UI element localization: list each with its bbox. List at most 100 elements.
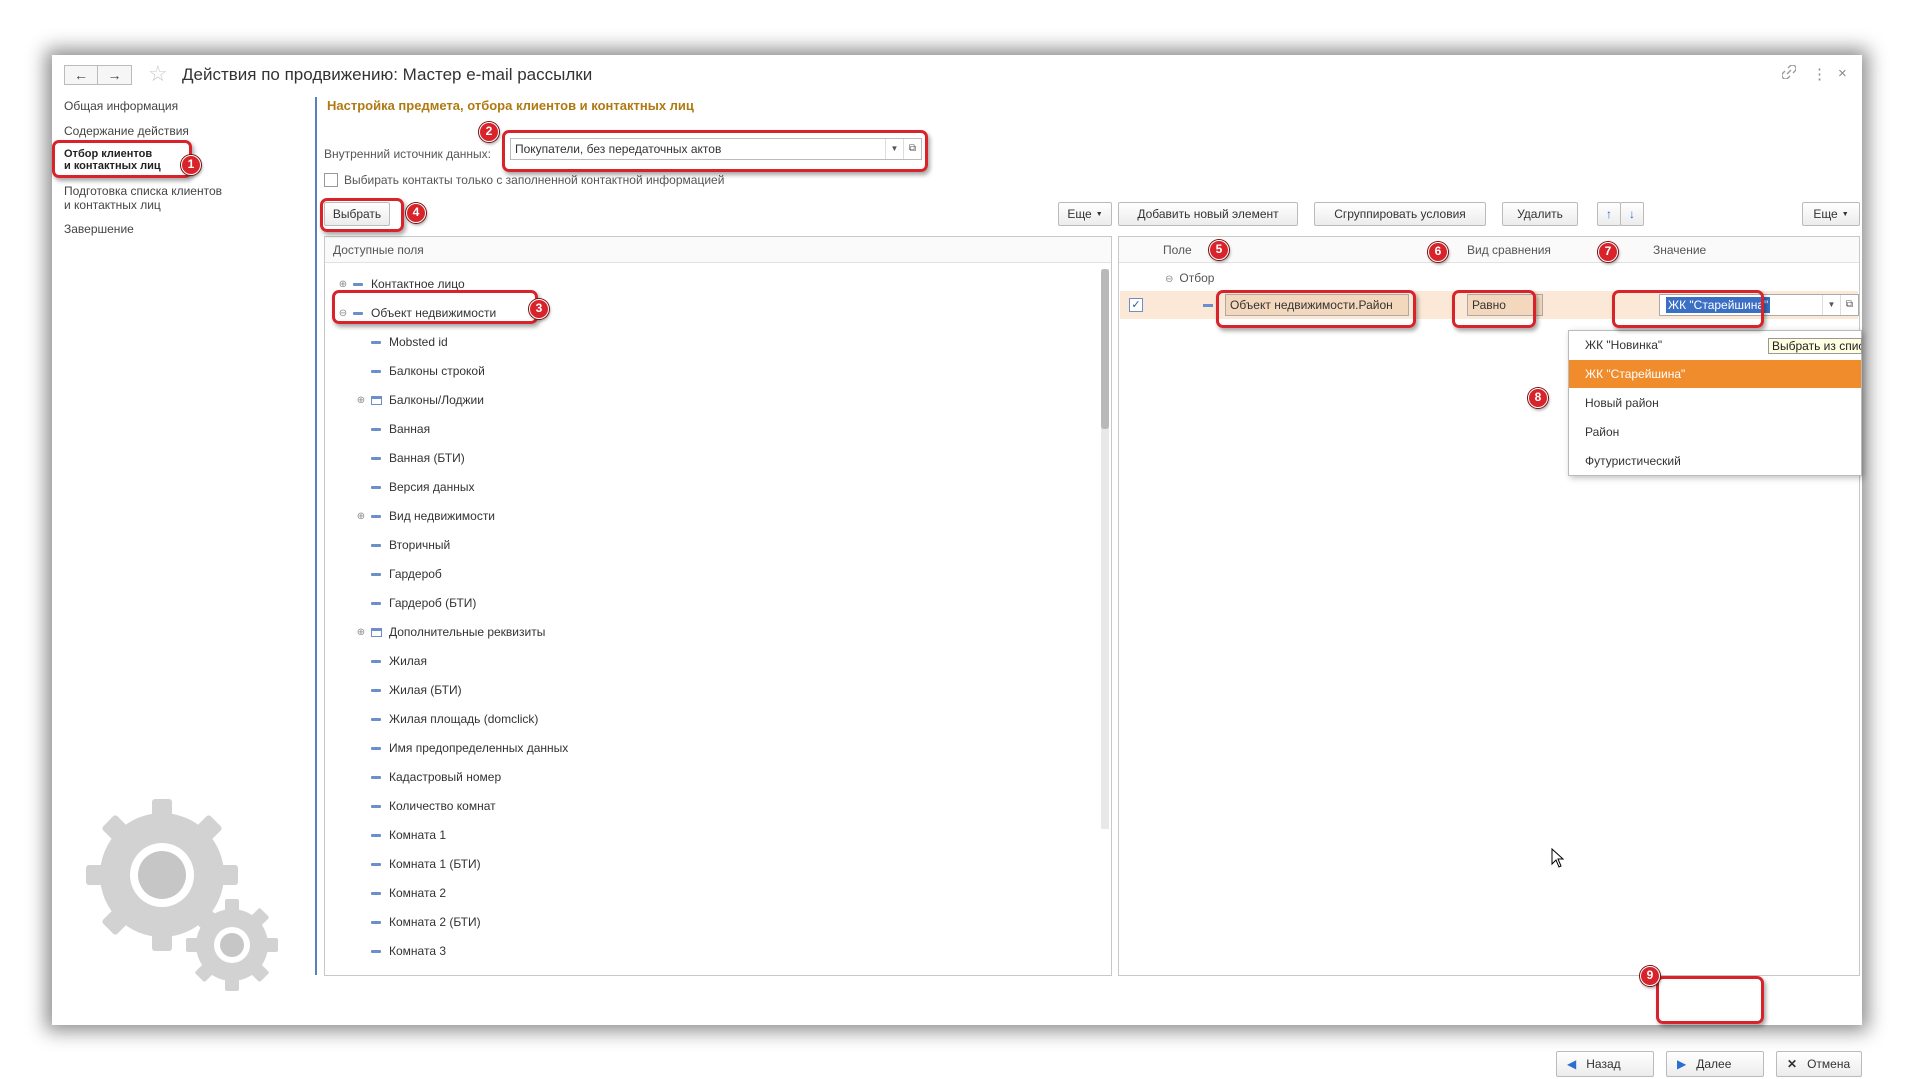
filter-value-input[interactable]: ЖК "Старейшина" ▼ ⧉ xyxy=(1659,294,1859,316)
open-form-icon[interactable]: ⧉ xyxy=(903,139,921,159)
tree-row[interactable]: Комната 1 xyxy=(355,826,446,844)
tree-row[interactable]: ⊕ Дополнительные реквизиты xyxy=(355,623,546,641)
more-left-label: Еще xyxy=(1067,207,1092,221)
tree-row[interactable]: ⊕ Контактное лицо xyxy=(337,275,465,293)
tree-row-label: Гардероб xyxy=(389,567,442,581)
open-form-icon[interactable]: ⧉ xyxy=(1840,295,1858,315)
expand-icon[interactable]: ⊕ xyxy=(355,627,367,638)
tree-row-label: Жилая (БТИ) xyxy=(389,683,462,697)
tree-row-label: Вид недвижимости xyxy=(389,509,496,523)
move-down-icon[interactable]: ↓ xyxy=(1620,202,1644,226)
tree-row-label: Жилая xyxy=(389,654,427,668)
tree-row[interactable]: ⊕ Вид недвижимости xyxy=(355,507,495,525)
filter-field-cell[interactable]: Объект недвижимости.Район xyxy=(1225,294,1409,316)
step-marker-5: 5 xyxy=(1209,240,1229,260)
tree-row-label: Вторичный xyxy=(389,538,451,552)
contacts-only-checkbox[interactable] xyxy=(324,173,338,187)
tree-row[interactable]: Количество комнат xyxy=(355,797,496,815)
tree-row-label: Mobsted id xyxy=(389,335,448,349)
delete-button[interactable]: Удалить xyxy=(1502,202,1578,226)
data-source-field[interactable]: Покупатели, без передаточных актов ▼ ⧉ xyxy=(510,138,922,160)
tree-row-label: Кадастровый номер xyxy=(389,770,502,784)
more-left-button[interactable]: Еще ▼ xyxy=(1058,202,1112,226)
move-up-icon[interactable]: ↑ xyxy=(1597,202,1621,226)
tree-row[interactable]: Имя предопределенных данных xyxy=(355,739,568,757)
filter-group-label: Отбор xyxy=(1179,271,1215,285)
tree-row[interactable]: Комната 3 xyxy=(355,942,446,960)
col-field-header[interactable]: Поле xyxy=(1163,237,1192,263)
cancel-button[interactable]: ✕ Отмена xyxy=(1776,1051,1862,1077)
field-dash-icon xyxy=(371,514,381,518)
chevron-down-icon[interactable]: ▼ xyxy=(885,139,903,159)
chevron-down-icon[interactable]: ▼ xyxy=(1822,295,1840,315)
dropdown-item-selected[interactable]: ЖК "Старейшина" xyxy=(1569,360,1861,388)
tree-row[interactable]: ⊖ Объект недвижимости xyxy=(337,304,496,322)
tree-row[interactable]: Ванная xyxy=(355,420,430,438)
tree-row[interactable]: Комната 2 (БТИ) xyxy=(355,913,481,931)
tree-row[interactable]: Жилая (БТИ) xyxy=(355,681,462,699)
filter-compare-cell[interactable]: Равно xyxy=(1467,294,1543,316)
filter-value-text[interactable]: ЖК "Старейшина" xyxy=(1666,297,1771,313)
field-dash-icon xyxy=(1203,304,1213,307)
contacts-only-option[interactable]: Выбирать контакты только с заполненной к… xyxy=(324,173,724,187)
forward-arrow-icon[interactable]: → xyxy=(98,65,132,85)
dropdown-item[interactable]: Район xyxy=(1569,418,1861,446)
back-button[interactable]: ◀ Назад xyxy=(1556,1051,1654,1077)
next-button[interactable]: ▶ Далее xyxy=(1666,1051,1764,1077)
group-conditions-button[interactable]: Сгруппировать условия xyxy=(1314,202,1486,226)
back-button-label: Назад xyxy=(1586,1057,1621,1071)
col-value-header[interactable]: Значение xyxy=(1653,237,1706,263)
back-arrow-icon[interactable]: ← xyxy=(64,65,98,85)
field-dash-icon xyxy=(371,833,381,837)
tree-row[interactable]: Жилая площадь (domclick) xyxy=(355,710,538,728)
tree-row-label: Комната 1 (БТИ) xyxy=(389,857,481,871)
expand-icon[interactable]: ⊕ xyxy=(355,395,367,406)
field-dash-icon xyxy=(371,601,381,605)
mouse-cursor-icon xyxy=(1551,847,1565,871)
more-right-button[interactable]: Еще ▼ xyxy=(1802,202,1860,226)
dropdown-item[interactable]: Новый район xyxy=(1569,389,1861,417)
field-dash-icon xyxy=(371,804,381,808)
main-window: ← → ☆ Действия по продвижению: Мастер e-… xyxy=(52,55,1862,1077)
tree-row-label: Ванная (БТИ) xyxy=(389,451,465,465)
tree-row[interactable]: Вторичный xyxy=(355,536,450,554)
link-icon[interactable] xyxy=(1781,64,1797,83)
nav-item-prepare-list[interactable]: Подготовка списка клиентов и контактных … xyxy=(64,184,264,212)
contacts-only-label: Выбирать контакты только с заполненной к… xyxy=(344,173,725,187)
tree-row[interactable]: Балконы строкой xyxy=(355,362,485,380)
collapse-icon[interactable]: ⊖ xyxy=(1165,274,1173,285)
tree-row[interactable]: Комната 2 xyxy=(355,884,446,902)
tree-row[interactable]: Гардероб xyxy=(355,565,442,583)
nav-item-client-filter[interactable]: Отбор клиентов и контактных лиц xyxy=(64,148,264,172)
tree-row[interactable]: Ванная (БТИ) xyxy=(355,449,465,467)
nav-item-general[interactable]: Общая информация xyxy=(64,99,264,113)
expand-icon[interactable]: ⊕ xyxy=(337,279,349,290)
tree-row[interactable]: Гардероб (БТИ) xyxy=(355,594,476,612)
collapse-icon[interactable]: ⊖ xyxy=(337,308,349,319)
section-title: Настройка предмета, отбора клиентов и ко… xyxy=(327,98,694,113)
dropdown-item[interactable]: Футуристический xyxy=(1569,447,1861,475)
tree-row[interactable]: ⊕ Балконы/Лоджии xyxy=(355,391,484,409)
tree-scroll-thumb[interactable] xyxy=(1101,269,1109,429)
field-dash-icon xyxy=(371,340,381,344)
favorite-star-icon[interactable]: ☆ xyxy=(148,63,168,85)
filter-row-checkbox[interactable]: ✓ xyxy=(1129,298,1143,312)
nav-item-finish[interactable]: Завершение xyxy=(64,222,264,236)
tree-row[interactable]: Версия данных xyxy=(355,478,474,496)
add-element-button[interactable]: Добавить новый элемент xyxy=(1118,202,1298,226)
tree-row[interactable]: Кадастровый номер xyxy=(355,768,501,786)
col-compare-header[interactable]: Вид сравнения xyxy=(1467,237,1551,263)
tree-row[interactable]: Mobsted id xyxy=(355,333,448,351)
nav-item-content[interactable]: Содержание действия xyxy=(64,124,264,138)
expand-icon[interactable]: ⊕ xyxy=(355,511,367,522)
available-fields-header: Доступные поля xyxy=(325,237,1111,263)
close-icon[interactable]: × xyxy=(1838,65,1847,82)
tree-row[interactable]: Комната 1 (БТИ) xyxy=(355,855,481,873)
more-menu-icon[interactable]: ⋮ xyxy=(1812,65,1827,83)
table-icon xyxy=(371,627,382,637)
field-dash-icon xyxy=(371,891,381,895)
tree-row[interactable]: Жилая xyxy=(355,652,427,670)
step-marker-1: 1 xyxy=(181,155,201,175)
filter-group-row[interactable]: ⊖ Отбор xyxy=(1165,271,1214,285)
select-button[interactable]: Выбрать xyxy=(324,202,390,226)
